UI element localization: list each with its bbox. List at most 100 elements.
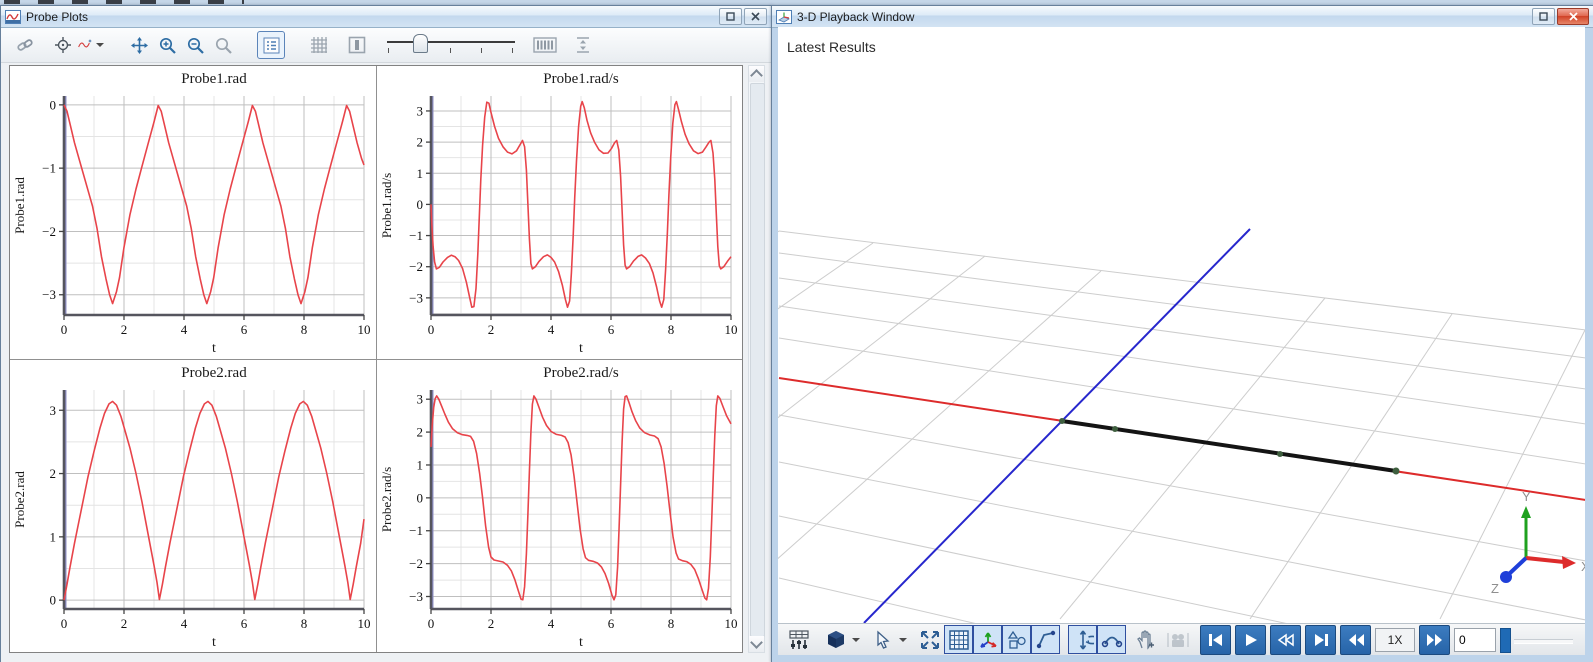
plot-probe2-rad[interactable]: 02468100123Probe2.radtProbe2.rad [10, 360, 376, 653]
triad-z-ball [1500, 571, 1512, 583]
add-curve-dropdown-arrow[interactable] [96, 43, 104, 47]
play-button[interactable] [1235, 625, 1266, 655]
pan-hand-button[interactable] [1130, 625, 1159, 654]
sample-density-button[interactable] [531, 31, 559, 59]
plot-probe2-rads[interactable]: 0246810−3−2−10123Probe2.rad/stProbe2.rad… [377, 360, 743, 653]
x-tick-label: 8 [301, 322, 308, 337]
x-axis-label: t [579, 341, 583, 356]
speed-display: 1X [1375, 628, 1415, 652]
close-icon [1569, 12, 1578, 21]
scrollbar-down-button[interactable] [749, 636, 764, 652]
x-axis-label: t [579, 635, 583, 650]
playback-slider-handle[interactable] [1500, 628, 1511, 653]
axes-toggle-button[interactable] [973, 625, 1002, 654]
y-tick-label: −3 [42, 287, 56, 302]
plot-cell-probe1-rad[interactable]: 02468100−1−2−3Probe1.radtProbe1.rad [10, 66, 376, 359]
view-cube-dropdown-arrow[interactable] [852, 638, 860, 642]
link-probes-button[interactable] [11, 31, 39, 59]
skip-to-end-button[interactable] [1305, 625, 1336, 655]
probe-window-titlebar[interactable]: Probe Plots [1, 6, 771, 28]
probe-cursor-button[interactable] [49, 31, 77, 59]
select-cursor-button[interactable] [868, 625, 897, 654]
grid-toggle-button[interactable] [305, 31, 333, 59]
orbit-camera-button[interactable] [1097, 625, 1126, 654]
probe-manager-button[interactable] [784, 625, 813, 654]
playback-time-slider[interactable] [1500, 627, 1577, 653]
x-tick-label: 6 [241, 322, 248, 337]
y-tick-label: −3 [409, 589, 423, 604]
x-tick-label: 8 [301, 616, 308, 631]
probe-window-close-button[interactable] [744, 8, 767, 25]
slower-button[interactable] [1340, 625, 1371, 655]
select-cursor-dropdown-arrow[interactable] [899, 638, 907, 642]
grid-toggle-button-3d[interactable] [944, 625, 973, 654]
plot-cell-probe1-rads[interactable]: 0246810−3−2−10123Probe1.rad/stProbe1.rad… [377, 66, 743, 359]
x-tick-label: 8 [668, 616, 675, 631]
shapes-toggle-button[interactable] [1002, 625, 1031, 654]
probe-window-restore-button[interactable] [719, 8, 742, 25]
plot-title: Probe1.rad/s [543, 71, 619, 87]
probe-vertical-scrollbar[interactable] [748, 65, 765, 653]
orbit-arc-icon [1101, 629, 1123, 651]
plot-title: Probe1.rad [181, 71, 247, 87]
plot-probe1-rad[interactable]: 02468100−1−2−3Probe1.radtProbe1.rad [10, 66, 376, 359]
zoom-out-button[interactable] [181, 31, 209, 59]
add-curve-button[interactable] [77, 31, 105, 59]
zoom-reset-button[interactable] [209, 31, 237, 59]
y-tick-label: 0 [50, 593, 57, 608]
playback-window-titlebar[interactable]: 3-D Playback Window [772, 6, 1593, 28]
probe-time-slider[interactable] [385, 32, 517, 58]
faster-button[interactable] [1419, 625, 1450, 655]
trace-toggle-button[interactable] [1031, 625, 1060, 654]
axes-triad-icon [977, 629, 999, 651]
skip-end-icon [1313, 633, 1329, 647]
restore-icon [726, 12, 735, 21]
scrollbar-up-button[interactable] [749, 66, 764, 82]
legend-toggle-button[interactable] [257, 31, 285, 59]
playback-slider-groove[interactable] [1514, 639, 1573, 644]
scrollbar-thumb[interactable] [750, 83, 765, 637]
time-field[interactable] [1454, 628, 1496, 652]
x-tick-label: 2 [488, 616, 495, 631]
rotate-camera-button[interactable] [1068, 625, 1097, 654]
playback-window-restore-button[interactable] [1532, 8, 1555, 25]
chevron-down-icon [750, 636, 763, 649]
triad-y-arrowhead [1521, 506, 1531, 518]
skip-to-start-button[interactable] [1200, 625, 1231, 655]
playback-3d-viewport[interactable]: Y X Z Latest Results [778, 27, 1585, 623]
view-cube-button[interactable] [821, 625, 850, 654]
y-tick-label: −3 [409, 290, 423, 305]
fit-view-button[interactable] [915, 625, 944, 654]
y-tick-label: 1 [417, 457, 424, 472]
restore-icon [1539, 12, 1548, 21]
plot-probe1-rads[interactable]: 0246810−3−2−10123Probe1.rad/stProbe1.rad… [377, 66, 743, 359]
crosshair-icon [54, 36, 72, 54]
fit-vertical-button[interactable] [569, 31, 597, 59]
play-reverse-icon [1277, 633, 1295, 647]
probe-time-slider-track[interactable] [387, 41, 515, 43]
plot-cell-probe2-rads[interactable]: 0246810−3−2−10123Probe2.rad/stProbe2.rad… [377, 360, 743, 653]
play-reverse-button[interactable] [1270, 625, 1301, 655]
zoom-in-icon [158, 36, 177, 55]
playback-3d-window: 3-D Playback Window [771, 5, 1593, 662]
y-tick-label: 2 [417, 135, 424, 150]
plot-cell-probe2-rad[interactable]: 02468100123Probe2.radtProbe2.rad [10, 360, 376, 653]
zoom-out-icon [186, 36, 205, 55]
fast-forward-icon [1426, 633, 1444, 647]
probe-time-slider-handle[interactable] [413, 34, 428, 53]
plot-panel-divider-horizontal [10, 359, 742, 360]
x-tick-label: 6 [608, 322, 615, 337]
y-tick-label: −1 [409, 228, 423, 243]
x-tick-label: 2 [121, 616, 128, 631]
y-tick-label: −1 [42, 161, 56, 176]
play-icon [1244, 633, 1258, 647]
pan-button[interactable] [125, 31, 153, 59]
grid-icon [310, 36, 328, 54]
zoom-in-button[interactable] [153, 31, 181, 59]
x-tick-label: 10 [725, 616, 738, 631]
y-tick-label: 2 [417, 425, 424, 440]
joint-dot [1277, 451, 1283, 457]
playback-window-close-button[interactable] [1557, 8, 1589, 25]
x-tick-label: 6 [241, 616, 248, 631]
backdrop-toggle-button[interactable] [343, 31, 371, 59]
